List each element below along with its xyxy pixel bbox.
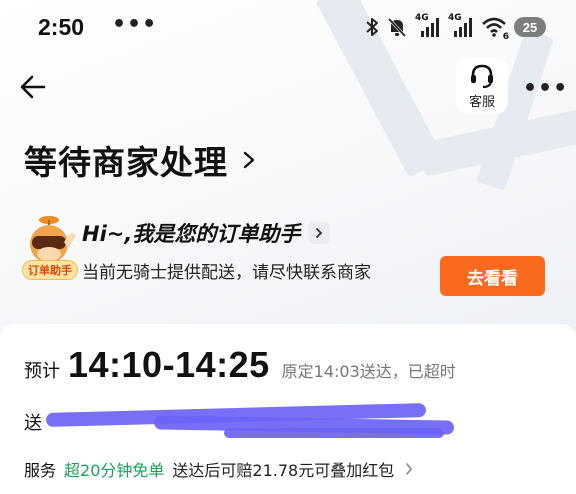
order-assistant-panel: 订单助手 Hi~,我是您的订单助手 当前无骑士提供配送，请尽快联系商家 去看看	[20, 210, 560, 302]
assistant-greeting-row[interactable]: Hi~,我是您的订单助手	[82, 218, 331, 248]
bluetooth-icon	[366, 18, 378, 36]
eta-time: 14:10-14:25	[68, 344, 270, 385]
assistant-tag: 订单助手	[22, 260, 78, 280]
signal-icon-1: 4G	[415, 13, 441, 38]
chevron-right-icon	[243, 151, 255, 169]
address-row: 送	[24, 403, 544, 438]
notification-dots: •••	[112, 12, 158, 37]
eta-row: 预计 14:10-14:25 原定14:03送达，已超时	[24, 344, 456, 386]
wifi-badge: 6	[502, 32, 509, 42]
status-bar: 2:50 ••• 4G 4G 6 25	[0, 0, 576, 54]
delivery-info-card: 预计 14:10-14:25 原定14:03送达，已超时 送 服务 超20分钟免…	[0, 324, 576, 494]
chevron-right-icon	[316, 228, 323, 238]
customer-service-label: 客服	[468, 94, 495, 110]
eta-prefix: 预计	[24, 361, 60, 382]
assistant-mascot-icon	[30, 216, 76, 263]
page-title: 等待商家处理	[24, 143, 228, 182]
redaction-mark	[224, 428, 444, 438]
system-icons: 4G 4G 6 25	[365, 13, 546, 42]
customer-service-button[interactable]: 客服	[456, 58, 508, 114]
chevron-right-icon	[406, 463, 413, 475]
assistant-greeting: Hi~,我是您的订单助手	[82, 222, 301, 246]
headset-icon	[471, 64, 493, 88]
assistant-message: 当前无骑士提供配送，请尽快联系商家	[82, 263, 371, 283]
service-row[interactable]: 服务 超20分钟免单 送达后可赔21.78元可叠加红包	[24, 457, 414, 481]
status-time: 2:50	[38, 14, 85, 40]
header-area: 2:50 ••• 4G 4G 6 25 客服 ••• 等待商家处理 订单助手 H…	[0, 0, 576, 330]
eta-note: 原定14:03送达，已超时	[281, 362, 456, 381]
more-options-icon[interactable]: •••	[523, 76, 568, 101]
order-status-title[interactable]: 等待商家处理	[24, 136, 258, 184]
wifi-icon: 6	[481, 16, 509, 42]
signal-icon-2: 4G	[448, 13, 474, 38]
service-label: 服务	[24, 461, 57, 480]
battery-indicator: 25	[514, 17, 546, 37]
back-arrow-icon[interactable]	[18, 72, 48, 102]
service-highlight: 超20分钟免单	[64, 461, 165, 480]
address-label: 送	[24, 413, 42, 434]
greeting-chevron	[308, 222, 331, 244]
mute-bell-icon	[387, 17, 407, 38]
service-text: 送达后可赔21.78元可叠加红包	[172, 461, 395, 480]
view-details-button[interactable]: 去看看	[440, 256, 545, 296]
